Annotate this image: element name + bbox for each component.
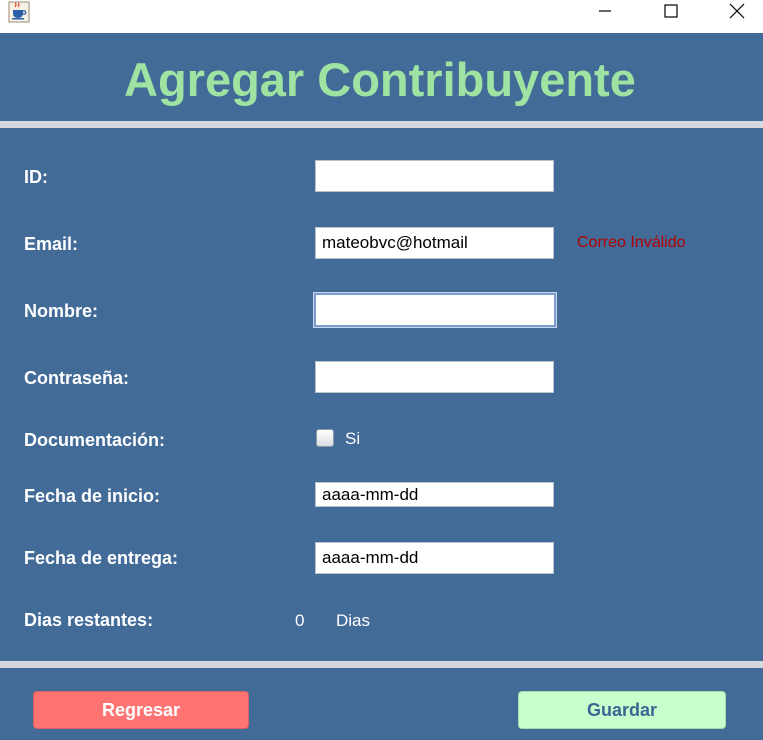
java-cup-icon (8, 1, 30, 23)
fecha-inicio-label: Fecha de inicio: (24, 486, 161, 506)
minimize-icon (598, 4, 612, 23)
dias-restantes-value: 0 (295, 611, 305, 630)
top-divider (0, 121, 763, 128)
fecha-inicio-field[interactable] (315, 482, 554, 507)
contrasena-label: Contraseña: (24, 368, 130, 388)
email-error-message: Correo Inválido (577, 234, 686, 251)
fecha-entrega-field[interactable] (315, 542, 554, 574)
dias-restantes-unit: Dias (336, 611, 371, 630)
email-label: Email: (24, 234, 79, 254)
id-label: ID: (24, 167, 48, 187)
window-titlebar (0, 0, 763, 33)
regresar-button[interactable]: Regresar (33, 691, 249, 729)
nombre-field[interactable] (314, 293, 556, 327)
minimize-button[interactable] (582, 0, 628, 26)
documentacion-checkbox[interactable] (316, 429, 334, 447)
dias-restantes-label: Dias restantes: (24, 610, 154, 630)
fecha-entrega-label: Fecha de entrega: (24, 548, 179, 568)
documentacion-checkbox-label[interactable]: Si (345, 429, 360, 449)
nombre-label: Nombre: (24, 301, 99, 321)
maximize-button[interactable] (648, 0, 694, 26)
documentacion-label: Documentación: (24, 430, 166, 450)
close-icon (729, 3, 745, 24)
maximize-icon (664, 3, 678, 23)
bottom-divider (0, 661, 763, 668)
guardar-button[interactable]: Guardar (518, 691, 726, 729)
id-field[interactable] (315, 160, 554, 192)
page-title: Agregar Contribuyente (124, 53, 636, 106)
contrasena-field[interactable] (315, 361, 554, 393)
email-field[interactable] (315, 227, 554, 259)
close-button[interactable] (714, 0, 760, 26)
